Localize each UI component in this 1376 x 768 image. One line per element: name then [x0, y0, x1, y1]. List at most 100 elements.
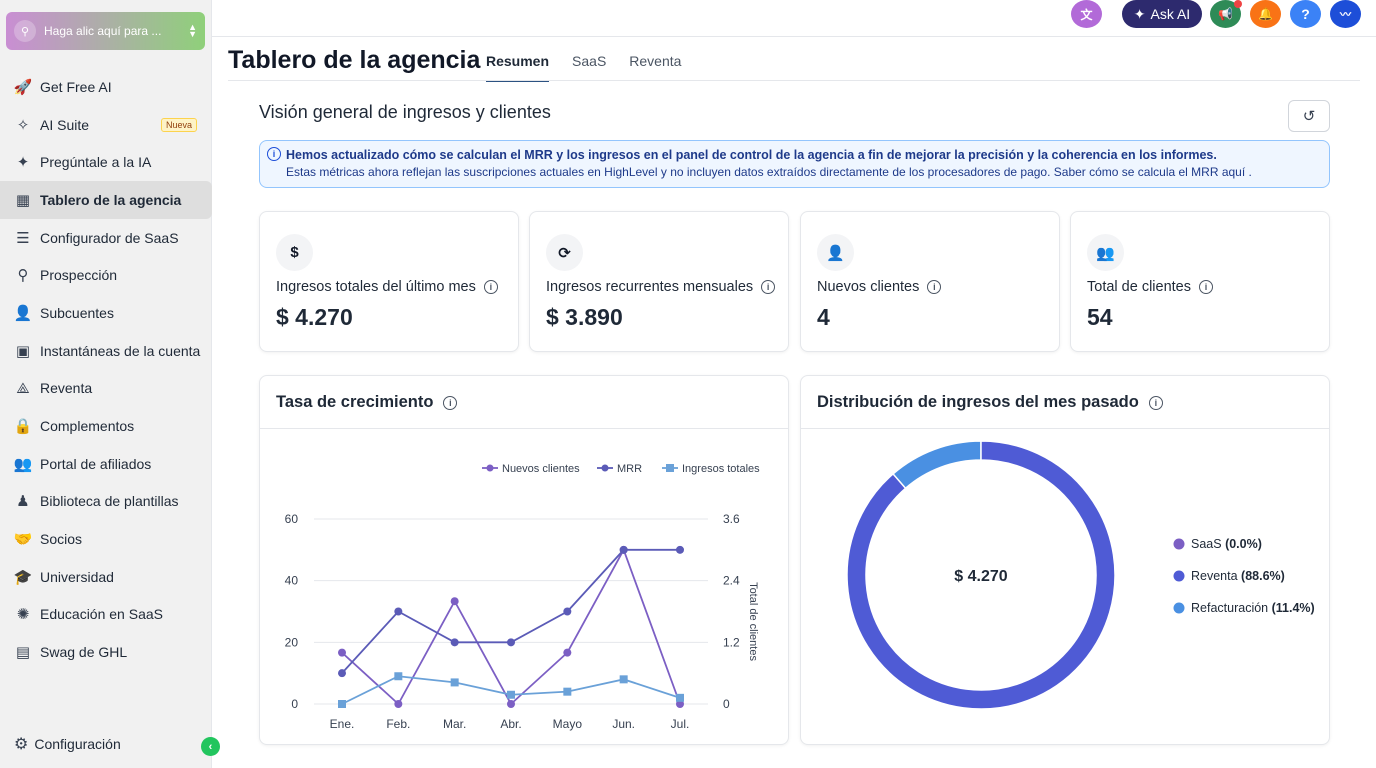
dollar-icon: $: [276, 234, 313, 271]
refresh-button[interactable]: ↺: [1288, 100, 1330, 132]
x-tick-label: Mayo: [553, 717, 583, 731]
sidebar-item-14[interactable]: ✺ Educación en SaaS: [0, 596, 212, 634]
info-icon[interactable]: i: [761, 280, 776, 294]
profile-avatar[interactable]: 〰: [1330, 0, 1361, 28]
sidebar-nav: 🚀 Get Free AI ✧ AI Suite Nueva ✦ Pregúntale a …: [0, 68, 212, 671]
sidebar-item-11[interactable]: ♟ Biblioteca de plantillas: [0, 483, 212, 521]
sidebar-item-5[interactable]: ⚲ Prospección: [0, 256, 212, 294]
data-point: [676, 545, 684, 554]
notifications-button[interactable]: 🔔: [1250, 0, 1281, 28]
sidebar-item-1[interactable]: ✧ AI Suite Nueva: [0, 106, 212, 144]
user-search-icon: ⚲: [17, 267, 29, 285]
info-icon[interactable]: i: [483, 280, 498, 294]
tab-1[interactable]: SaaS: [572, 46, 606, 82]
translate-button[interactable]: 文: [1071, 0, 1102, 28]
sparkle-wand-icon: ✧: [16, 116, 30, 134]
recurring-icon: ⟳: [546, 234, 583, 271]
settings-button[interactable]: ⚙ Configuración: [14, 734, 121, 754]
sidebar-item-label: Instantáneas de la cuenta: [40, 342, 201, 359]
legend-label: Reventa (88.6%): [1191, 569, 1285, 583]
info-icon: i: [267, 147, 281, 161]
ask-ai-label: Ask AI: [1150, 6, 1191, 22]
sidebar-item-label: AI Suite: [40, 116, 90, 133]
data-point: [563, 607, 572, 616]
gear-icon: ⚙: [14, 736, 29, 753]
store-icon: ▤: [15, 644, 31, 662]
sidebar-item-9[interactable]: 🔒 Complementos: [0, 407, 212, 445]
data-point: [563, 648, 572, 657]
location-switcher-button[interactable]: ⚲ Haga alic aquí para ... ▲ ▼: [6, 12, 205, 50]
alert-body[interactable]: Estas métricas ahora reflejan las suscri…: [286, 165, 1329, 179]
x-tick-label: Mar.: [443, 717, 466, 731]
snapshot-icon: ▣: [15, 342, 31, 360]
data-point: [338, 700, 346, 708]
sidebar-item-label: Configurador de SaaS: [40, 229, 179, 246]
users-icon: 👥: [13, 455, 33, 473]
header-divider: [228, 80, 1360, 81]
sidebar-item-label: Swag de GHL: [40, 644, 128, 661]
stat-label-text: Ingresos totales del último mes: [276, 279, 476, 295]
sidebar-item-4[interactable]: ☰ Configurador de SaaS: [0, 219, 212, 257]
collapse-sidebar-button[interactable]: ‹: [201, 737, 220, 756]
tab-0[interactable]: Resumen: [486, 46, 550, 82]
ask-ai-button[interactable]: ✦ Ask AI: [1122, 0, 1202, 28]
sidebar-item-7[interactable]: ▣ Instantáneas de la cuenta: [0, 332, 212, 370]
revenue-distribution-card: Distribución de ingresos del mes pasado …: [800, 375, 1330, 745]
chart-list-icon: ☰: [16, 229, 30, 247]
legend-percent: (0.0%): [1225, 537, 1262, 551]
translate-icon: 文: [1080, 7, 1093, 22]
data-point: [619, 675, 628, 684]
data-point: [507, 700, 515, 708]
tab-bar: Resumen SaaS Reventa: [486, 46, 704, 82]
tab-2[interactable]: Reventa: [629, 46, 681, 82]
legend-percent: (11.4%): [1272, 601, 1315, 615]
sidebar-item-2[interactable]: ✦ Pregúntale a la IA: [0, 143, 212, 181]
sidebar-item-label: Complementos: [40, 418, 135, 435]
sparkles-icon: ✦: [1133, 5, 1146, 22]
location-switcher-label: Haga alic aquí para ...: [44, 24, 162, 38]
x-tick-label: Feb.: [386, 717, 410, 731]
legend-name: SaaS: [1191, 537, 1225, 551]
sidebar-item-8[interactable]: ⟁ Reventa: [0, 370, 212, 408]
legend-marker: [1173, 538, 1185, 550]
sparkles-icon: ✦: [16, 154, 30, 172]
sidebar-item-label: Get Free AI: [40, 78, 112, 95]
y-left-tick-label: 0: [291, 697, 298, 711]
alert-heading: Hemos actualizado cómo se calculan el MR…: [286, 148, 1217, 162]
donut-slice-2: [891, 440, 982, 490]
sidebar-item-6[interactable]: 👤 Subcuentes: [0, 294, 212, 332]
legend-label: Ingresos totales: [682, 463, 760, 475]
revenue-donut-chart: $ 4.270 SaaS (0.0%) Reventa (88.6%) Refactu…: [846, 440, 1315, 710]
data-point: [338, 648, 346, 657]
info-icon[interactable]: i: [1198, 280, 1213, 294]
chevron-updown-icon: ▲ ▼: [188, 22, 197, 39]
sidebar-item-12[interactable]: 🤝 Socios: [0, 520, 212, 558]
x-tick-label: Abr.: [500, 717, 521, 731]
sidebar-item-3[interactable]: ▦ Tablero de la agencia: [0, 181, 212, 219]
sidebar-item-13[interactable]: 🎓 Universidad: [0, 558, 212, 596]
info-icon[interactable]: i: [927, 280, 942, 294]
resell-icon: ⟁: [16, 379, 30, 397]
y-right-tick-label: 1.2: [723, 635, 740, 649]
sidebar-item-label: Biblioteca de plantillas: [40, 493, 179, 510]
sidebar-item-label: Pregúntale a la IA: [40, 154, 152, 171]
sidebar-item-label: Prospección: [40, 267, 118, 284]
stat-label: Ingresos totales del último mes i: [276, 279, 498, 295]
data-point: [450, 678, 459, 687]
stat-label: Ingresos recurrentes mensuales i: [546, 279, 776, 295]
data-point: [507, 690, 515, 699]
settings-label: Configuración: [34, 736, 121, 752]
legend-label: Refacturación (11.4%): [1191, 601, 1315, 615]
help-button[interactable]: ?: [1290, 0, 1321, 28]
info-alert: i Hemos actualizado cómo se calculan el …: [259, 140, 1330, 188]
new-badge: Nueva: [161, 117, 198, 132]
sidebar-item-0[interactable]: 🚀 Get Free AI: [0, 68, 212, 106]
sidebar-item-label: Portal de afiliados: [40, 455, 152, 472]
sidebar: ⚲ Haga alic aquí para ... ▲ ▼ 🚀 Get Free A…: [0, 0, 220, 768]
location-avatar-icon: ⚲: [14, 20, 36, 42]
stat-value: $ 4.270: [276, 304, 353, 330]
sidebar-item-10[interactable]: 👥 Portal de afiliados: [0, 445, 212, 483]
stat-value: 4: [817, 304, 830, 330]
sidebar-item-15[interactable]: ▤ Swag de GHL: [0, 633, 212, 671]
megaphone-icon: 📢: [1218, 7, 1233, 21]
